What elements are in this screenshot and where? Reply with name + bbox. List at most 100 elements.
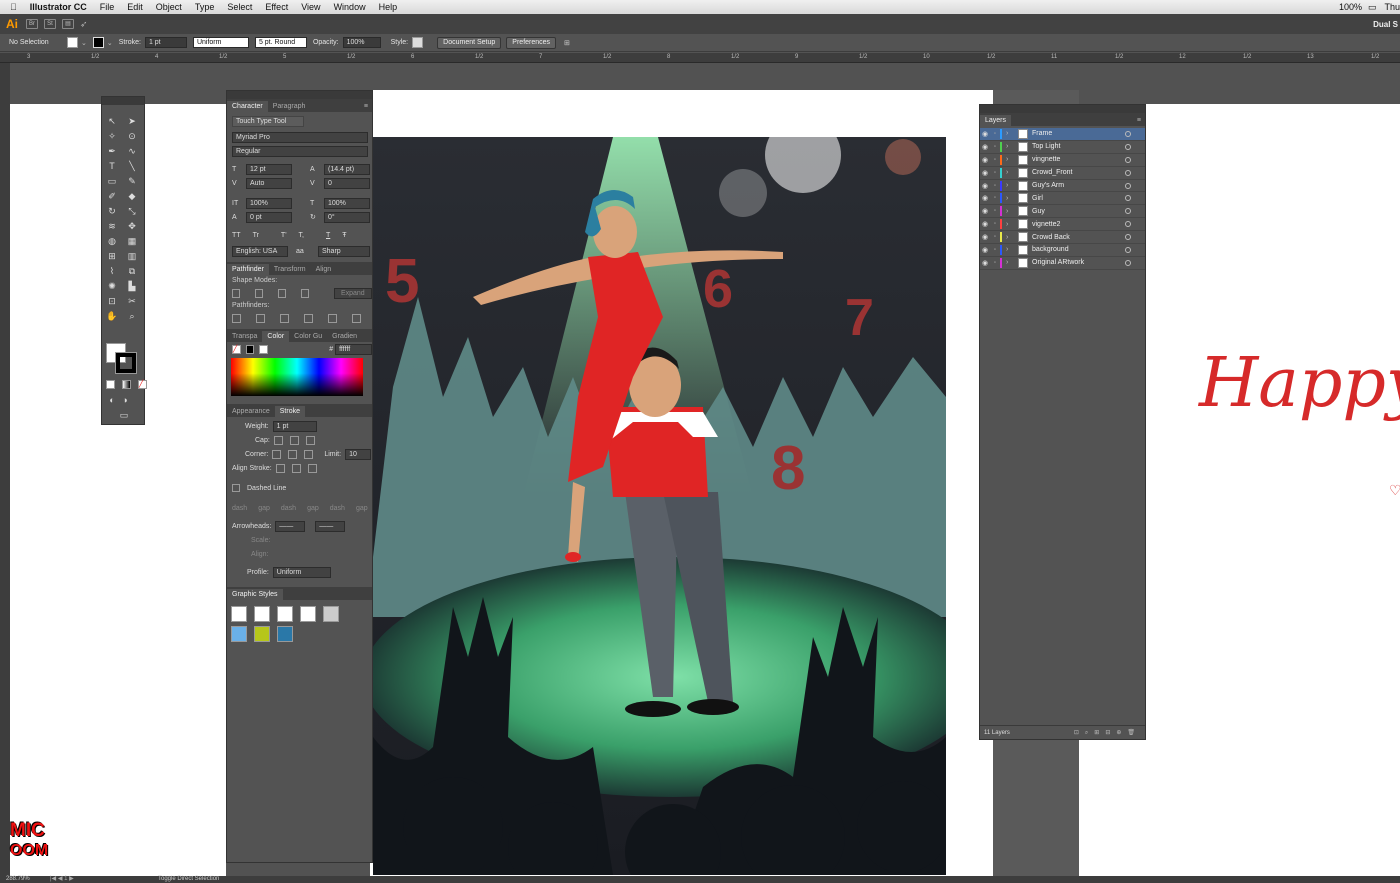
shaper-tool-icon[interactable]: ✐	[106, 190, 118, 202]
butt-cap-icon[interactable]	[273, 435, 283, 445]
zoom-level[interactable]: 288.79%	[6, 876, 30, 883]
paintbrush-tool-icon[interactable]: ✎	[126, 175, 138, 187]
round-join-icon[interactable]	[288, 449, 298, 459]
rectangle-tool-icon[interactable]: ▭	[106, 175, 118, 187]
lock-toggle-icon[interactable]: ▫	[990, 157, 1000, 163]
strikethrough-button[interactable]: Ŧ	[342, 232, 346, 239]
menu-file[interactable]: File	[100, 2, 115, 12]
tab-character[interactable]: Character	[227, 101, 268, 112]
graphic-style-swatch[interactable]	[254, 606, 270, 622]
tracking-field[interactable]: 0	[324, 177, 370, 189]
minus-back-icon[interactable]	[352, 313, 361, 323]
layer-name[interactable]: vingnette	[1032, 156, 1060, 163]
none-swatch[interactable]: ╱	[232, 344, 241, 354]
crop-icon[interactable]	[304, 313, 313, 323]
divide-icon[interactable]	[232, 313, 241, 323]
tab-stroke[interactable]: Stroke	[274, 406, 305, 417]
expand-chevron-icon[interactable]: ›	[1006, 156, 1014, 163]
lock-toggle-icon[interactable]: ▫	[990, 183, 1000, 189]
target-circle-icon[interactable]	[1125, 246, 1131, 253]
preferences-button[interactable]: Preferences	[506, 36, 557, 49]
expand-chevron-icon[interactable]: ›	[1006, 208, 1014, 215]
font-family-field[interactable]: Myriad Pro	[232, 131, 368, 143]
clock-text[interactable]: Thu	[1384, 2, 1400, 12]
target-circle-icon[interactable]	[1125, 182, 1131, 189]
graphic-style-swatch[interactable]	[323, 606, 339, 622]
lock-toggle-icon[interactable]: ▫	[990, 260, 1000, 266]
menu-effect[interactable]: Effect	[265, 2, 288, 12]
expand-chevron-icon[interactable]: ›	[1006, 246, 1014, 253]
bevel-join-icon[interactable]	[304, 449, 314, 459]
opacity-field[interactable]: 100%	[342, 37, 381, 48]
blend-tool-icon[interactable]: ⧉	[126, 265, 138, 277]
black-swatch[interactable]	[245, 344, 255, 354]
layer-row[interactable]: ◉ ▫ › Girl	[980, 192, 1145, 206]
type-tool-icon[interactable]: T	[106, 160, 118, 172]
unite-icon[interactable]	[232, 288, 240, 298]
miter-limit-field[interactable]: 10	[345, 448, 372, 460]
gradient-mode-icon[interactable]	[122, 380, 131, 389]
tab-paragraph[interactable]: Paragraph	[268, 101, 311, 112]
lock-toggle-icon[interactable]: ▫	[990, 144, 1000, 150]
character-rotation-field[interactable]: 0°	[324, 211, 370, 223]
exclude-icon[interactable]	[300, 288, 309, 298]
anti-aliasing-field[interactable]: Sharp	[318, 245, 370, 257]
layer-name[interactable]: Frame	[1032, 130, 1052, 137]
lock-toggle-icon[interactable]: ▫	[990, 131, 1000, 137]
visibility-eye-icon[interactable]: ◉	[980, 220, 990, 228]
expand-button[interactable]: Expand	[333, 287, 372, 299]
leading-field[interactable]: (14.4 pt)	[324, 163, 370, 175]
lock-toggle-icon[interactable]: ▫	[990, 234, 1000, 240]
illustration-artwork[interactable]: 5 6 7 8	[373, 137, 946, 875]
expand-chevron-icon[interactable]: ›	[1006, 195, 1014, 202]
all-caps-button[interactable]: TT	[232, 232, 241, 239]
start-arrowhead-select[interactable]: ——	[275, 520, 306, 532]
arrange-documents-button[interactable]: ▤	[62, 19, 74, 29]
trim-icon[interactable]	[256, 313, 265, 323]
visibility-eye-icon[interactable]: ◉	[980, 207, 990, 215]
puppet-warp-tool-icon[interactable]: ✥	[126, 220, 138, 232]
artboard-tool-icon[interactable]: ⊡	[106, 295, 118, 307]
menu-help[interactable]: Help	[379, 2, 398, 12]
stroke-swatch[interactable]	[92, 37, 104, 48]
variable-width-profile[interactable]: Uniform	[192, 37, 249, 48]
app-menu-title[interactable]: Illustrator CC	[30, 2, 87, 12]
language-field[interactable]: English: USA	[232, 245, 288, 257]
kerning-field[interactable]: Auto	[246, 177, 292, 189]
menu-object[interactable]: Object	[156, 2, 182, 12]
line-tool-icon[interactable]: ╲	[126, 160, 138, 172]
visibility-eye-icon[interactable]: ◉	[980, 259, 990, 267]
minus-front-icon[interactable]	[254, 288, 263, 298]
document-setup-button[interactable]: Document Setup	[437, 36, 502, 49]
gradient-tool-icon[interactable]: ▥	[126, 250, 138, 262]
graphic-style-swatch[interactable]	[254, 626, 270, 642]
vertical-ruler[interactable]	[0, 63, 10, 876]
profile-select[interactable]: Uniform	[272, 566, 331, 578]
font-size-field[interactable]: 12 pt	[246, 163, 292, 175]
expand-chevron-icon[interactable]: ›	[1006, 169, 1014, 176]
white-swatch[interactable]	[259, 344, 269, 354]
target-circle-icon[interactable]	[1125, 208, 1131, 215]
layer-row[interactable]: ◉ ▫ › Crowd_Front	[980, 167, 1145, 180]
graphic-style-swatch[interactable]	[300, 606, 316, 622]
menu-view[interactable]: View	[301, 2, 320, 12]
small-caps-button[interactable]: Tr	[253, 232, 259, 239]
graphic-style-swatch[interactable]	[277, 626, 293, 642]
end-arrowhead-select[interactable]: ——	[315, 520, 346, 532]
arrange-icon[interactable]: ⊞	[564, 39, 570, 47]
target-circle-icon[interactable]	[1125, 130, 1131, 137]
align-outside-icon[interactable]	[307, 463, 317, 473]
layer-row[interactable]: ◉ ▫ › Frame	[980, 128, 1145, 141]
touch-type-tool-button[interactable]: Touch Type Tool	[232, 115, 304, 127]
align-inside-icon[interactable]	[291, 463, 301, 473]
color-mode-icon[interactable]	[106, 380, 115, 389]
layer-name[interactable]: background	[1032, 246, 1069, 253]
target-circle-icon[interactable]	[1125, 234, 1131, 241]
visibility-eye-icon[interactable]: ◉	[980, 246, 990, 254]
horizontal-ruler[interactable]: 3 1/2 4 1/2 5 1/2 6 1/2 7 1/2 8 1/2 9 1/…	[0, 53, 1400, 63]
expand-chevron-icon[interactable]: ›	[1006, 221, 1014, 228]
expand-chevron-icon[interactable]: ›	[1006, 234, 1014, 241]
expand-chevron-icon[interactable]: ›	[1006, 130, 1014, 137]
underline-button[interactable]: T	[326, 232, 330, 239]
tab-transparency[interactable]: Transpa	[227, 331, 262, 342]
